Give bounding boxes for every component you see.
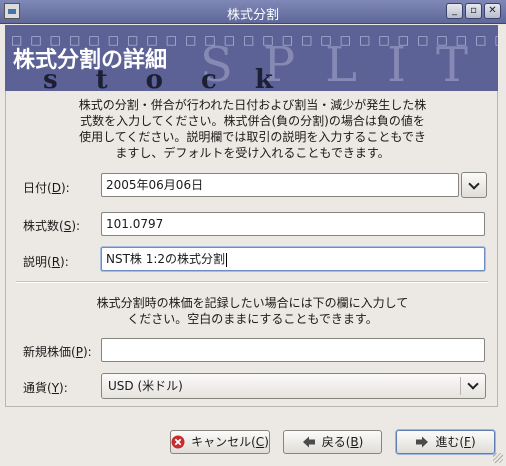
title-bar: 株式分割 _ ▫ ✕ [0,0,506,24]
shares-input[interactable]: 101.0797 [101,212,485,236]
intro-line: ますし、デフォルトを受け入れることもできます。 [115,146,390,160]
price-instruction-line: ください。空白のままにすることもできます。 [127,312,378,326]
forward-label-suffix: ) [470,435,476,449]
banner-stock-text: stock [43,65,311,91]
back-mnemonic: B [350,435,359,449]
cancel-mnemonic: C [255,435,265,449]
description-input-value: NST株 1:2の株式分割 [106,252,226,266]
chevron-down-icon [468,178,480,190]
minimize-button[interactable]: _ [446,3,463,19]
cancel-icon [171,435,185,448]
description-label-mnemonic: R [51,255,61,269]
description-input[interactable]: NST株 1:2の株式分割 [101,247,485,271]
cancel-label: キャンセル( [191,435,256,449]
forward-label: 進む( [435,435,465,449]
date-label: 日付(D): [23,179,70,196]
shares-label-suffix: ): [71,219,81,233]
intro-line: 株式の分割・併合が行われた日付および割当・減少が発生した株 [78,98,427,112]
back-label-suffix: ) [358,435,364,449]
arrow-right-icon [416,436,429,447]
close-button[interactable]: ✕ [484,3,501,19]
date-label-mnemonic: D [51,181,61,195]
new-price-label-text: 新規株価( [23,345,76,359]
text-caret [226,252,228,267]
description-label-suffix: ): [60,255,69,269]
forward-button[interactable]: 進む(F) [396,430,495,454]
shares-label-text: 株式数( [23,219,64,233]
date-picker-button[interactable] [461,172,487,198]
intro-line: 使用してください。説明欄では取引の説明を入力することもでき [79,130,426,144]
price-instruction-line: 株式分割時の株価を記録したい場合には下の欄に入力して [96,296,409,310]
currency-select-value: USD (米ドル) [108,379,183,393]
price-instructions: 株式分割時の株価を記録したい場合には下の欄に入力して ください。空白のままにする… [6,295,499,327]
new-price-label: 新規株価(P): [23,343,92,360]
currency-label: 通貨(Y): [23,379,68,396]
back-button[interactable]: 戻る(B) [283,430,382,454]
date-label-text: 日付( [23,181,52,195]
resize-grip[interactable] [493,453,503,463]
back-label: 戻る( [321,435,351,449]
currency-label-text: 通貨( [23,381,52,395]
wizard-content: 株式の分割・併合が行われた日付および割当・減少が発生した株 式数を入力してくださ… [5,91,498,407]
cancel-button[interactable]: キャンセル(C) [170,430,270,454]
new-price-label-suffix: ): [82,345,92,359]
arrow-left-icon [302,436,315,447]
currency-select[interactable]: USD (米ドル) [101,373,486,399]
date-input[interactable]: 2005年06月06日 [101,173,459,197]
new-price-input[interactable] [101,338,485,362]
description-label: 説明(R): [23,253,69,270]
currency-label-suffix: ): [59,381,68,395]
section-divider [16,281,488,283]
currency-label-mnemonic: Y [51,381,60,395]
intro-text: 株式の分割・併合が行われた日付および割当・減少が発生した株 式数を入力してくださ… [6,97,499,161]
combo-separator [460,377,461,395]
restore-button[interactable]: ▫ [465,3,482,19]
description-label-text: 説明( [23,255,52,269]
wizard-banner: SPLIT □□□□□□□□□□□□□□□□□□□□□□□□□□□ 株式分割の詳… [5,25,498,91]
intro-line: 式数を入力してください。株式併合(負の分割)の場合は負の値を [80,114,425,128]
shares-label: 株式数(S): [23,217,80,234]
window-title: 株式分割 [226,8,279,23]
new-price-label-mnemonic: P [75,345,83,359]
forward-mnemonic: F [464,435,471,449]
cancel-label-suffix: ) [264,435,269,449]
chevron-down-icon [467,378,479,390]
date-label-suffix: ): [60,181,70,195]
